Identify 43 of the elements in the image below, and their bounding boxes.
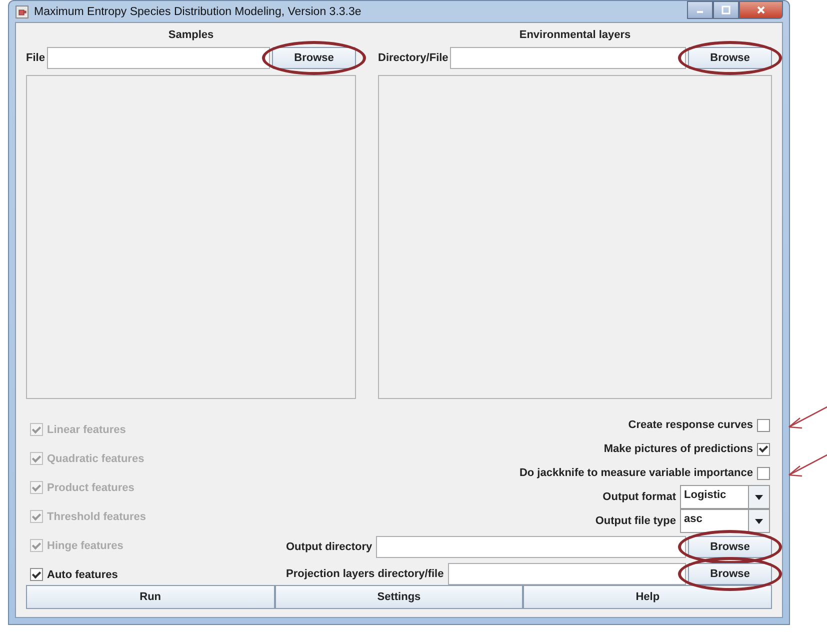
field-label: File	[26, 52, 45, 64]
option-label: Make pictures of predictions	[604, 443, 753, 455]
browse-button[interactable]: Browse	[688, 562, 772, 584]
option-label: Create response curves	[628, 419, 753, 431]
checkbox-label: Product features	[47, 482, 134, 494]
caret-icon	[755, 518, 763, 524]
checkbox[interactable]	[757, 466, 770, 480]
maximize-button[interactable]	[713, 1, 739, 19]
dropdown[interactable]: asc	[680, 509, 770, 533]
cup-icon	[15, 4, 29, 18]
option-label: Do jackknife to measure variable importance	[519, 467, 753, 479]
directory-field[interactable]	[450, 47, 686, 69]
close-button[interactable]	[739, 1, 783, 19]
browse-button[interactable]: Browse	[688, 47, 772, 69]
action-button[interactable]: Help	[523, 585, 772, 609]
checkbox-label: Hinge features	[47, 540, 124, 552]
field-label: Projection layers directory/file	[286, 568, 444, 580]
checkbox-label: Auto features	[47, 568, 118, 580]
action-button[interactable]: Settings	[274, 585, 524, 609]
checkbox-label: Threshold features	[47, 510, 146, 522]
checkbox[interactable]	[757, 418, 770, 432]
close-icon	[756, 5, 766, 15]
directory-field[interactable]	[376, 536, 686, 558]
dropdown-label: Output file type	[595, 515, 676, 527]
field-label: Directory/File	[378, 52, 448, 64]
checkbox-label: Linear features	[47, 424, 126, 436]
minimize-button[interactable]	[687, 1, 713, 19]
action-button[interactable]: Run	[26, 585, 275, 609]
field-label: Output directory	[286, 540, 372, 552]
caret-icon	[755, 494, 763, 500]
section-heading: Environmental layers	[518, 29, 632, 43]
browse-button[interactable]: Browse	[688, 536, 772, 558]
checkbox-label: Quadratic features	[47, 452, 144, 464]
checkbox[interactable]	[30, 568, 43, 581]
file-field[interactable]	[46, 47, 270, 69]
window-title: Maximum Entropy Species Distribution Modeling, Version 3.3.3e	[34, 6, 362, 18]
dropdown[interactable]: Logistic	[680, 485, 770, 509]
dropdown-label: Output format	[602, 491, 676, 503]
section-heading: Samples	[167, 29, 215, 43]
checkbox[interactable]	[757, 442, 770, 456]
browse-button[interactable]: Browse	[272, 47, 356, 69]
directory-field[interactable]	[448, 562, 686, 584]
maximize-icon	[721, 5, 731, 15]
